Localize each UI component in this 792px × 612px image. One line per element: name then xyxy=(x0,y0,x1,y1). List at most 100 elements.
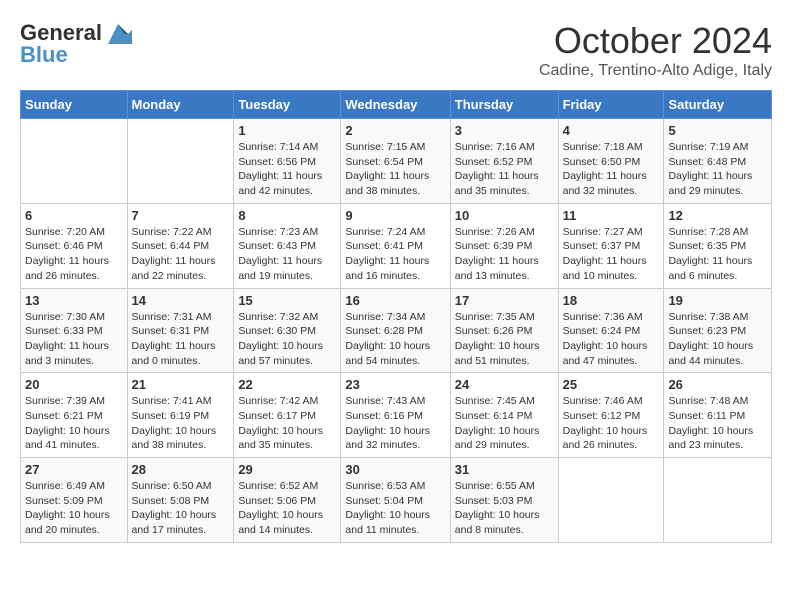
location-subtitle: Cadine, Trentino-Alto Adige, Italy xyxy=(539,62,772,80)
day-number: 9 xyxy=(345,208,445,223)
calendar-cell: 30 Sunrise: 6:53 AM Sunset: 5:04 PM Dayli… xyxy=(341,458,450,543)
calendar-cell: 24 Sunrise: 7:45 AM Sunset: 6:14 PM Dayli… xyxy=(450,373,558,458)
day-of-week-header: Tuesday xyxy=(234,91,341,119)
calendar-week-row: 1 Sunrise: 7:14 AM Sunset: 6:56 PM Daylig… xyxy=(21,119,772,204)
day-info: Sunrise: 6:52 AM Sunset: 5:06 PM Dayligh… xyxy=(238,479,336,538)
calendar-cell: 3 Sunrise: 7:16 AM Sunset: 6:52 PM Daylig… xyxy=(450,119,558,204)
calendar-cell: 4 Sunrise: 7:18 AM Sunset: 6:50 PM Daylig… xyxy=(558,119,664,204)
calendar-cell: 14 Sunrise: 7:31 AM Sunset: 6:31 PM Dayli… xyxy=(127,288,234,373)
day-number: 8 xyxy=(238,208,336,223)
day-info: Sunrise: 7:43 AM Sunset: 6:16 PM Dayligh… xyxy=(345,394,445,453)
day-number: 27 xyxy=(25,462,123,477)
day-number: 24 xyxy=(455,377,554,392)
day-of-week-header: Wednesday xyxy=(341,91,450,119)
day-info: Sunrise: 7:42 AM Sunset: 6:17 PM Dayligh… xyxy=(238,394,336,453)
calendar-cell: 22 Sunrise: 7:42 AM Sunset: 6:17 PM Dayli… xyxy=(234,373,341,458)
day-info: Sunrise: 7:36 AM Sunset: 6:24 PM Dayligh… xyxy=(563,310,660,369)
day-number: 21 xyxy=(132,377,230,392)
day-number: 18 xyxy=(563,293,660,308)
calendar-cell: 8Sunrise: 7:23 AM Sunset: 6:43 PM Daylig… xyxy=(234,203,341,288)
calendar-cell: 27 Sunrise: 6:49 AM Sunset: 5:09 PM Dayli… xyxy=(21,458,128,543)
day-info: Sunrise: 7:18 AM Sunset: 6:50 PM Dayligh… xyxy=(563,140,660,199)
day-info: Sunrise: 7:24 AM Sunset: 6:41 PM Dayligh… xyxy=(345,225,445,284)
day-number: 10 xyxy=(455,208,554,223)
day-info: Sunrise: 6:50 AM Sunset: 5:08 PM Dayligh… xyxy=(132,479,230,538)
calendar-cell: 1 Sunrise: 7:14 AM Sunset: 6:56 PM Daylig… xyxy=(234,119,341,204)
calendar-week-row: 20 Sunrise: 7:39 AM Sunset: 6:21 PM Dayli… xyxy=(21,373,772,458)
calendar-cell: 16 Sunrise: 7:34 AM Sunset: 6:28 PM Dayli… xyxy=(341,288,450,373)
day-info: Sunrise: 7:19 AM Sunset: 6:48 PM Dayligh… xyxy=(668,140,767,199)
day-number: 30 xyxy=(345,462,445,477)
calendar-week-row: 13Sunrise: 7:30 AM Sunset: 6:33 PM Dayli… xyxy=(21,288,772,373)
day-info: Sunrise: 7:48 AM Sunset: 6:11 PM Dayligh… xyxy=(668,394,767,453)
calendar-cell: 6Sunrise: 7:20 AM Sunset: 6:46 PM Daylig… xyxy=(21,203,128,288)
day-number: 2 xyxy=(345,123,445,138)
calendar-cell: 2 Sunrise: 7:15 AM Sunset: 6:54 PM Daylig… xyxy=(341,119,450,204)
calendar-cell: 13Sunrise: 7:30 AM Sunset: 6:33 PM Dayli… xyxy=(21,288,128,373)
day-info: Sunrise: 7:22 AM Sunset: 6:44 PM Dayligh… xyxy=(132,225,230,284)
calendar-cell: 11 Sunrise: 7:27 AM Sunset: 6:37 PM Dayli… xyxy=(558,203,664,288)
day-info: Sunrise: 6:55 AM Sunset: 5:03 PM Dayligh… xyxy=(455,479,554,538)
calendar-cell: 7 Sunrise: 7:22 AM Sunset: 6:44 PM Daylig… xyxy=(127,203,234,288)
calendar-cell: 21Sunrise: 7:41 AM Sunset: 6:19 PM Dayli… xyxy=(127,373,234,458)
day-info: Sunrise: 7:14 AM Sunset: 6:56 PM Dayligh… xyxy=(238,140,336,199)
day-number: 5 xyxy=(668,123,767,138)
logo: General Blue xyxy=(20,20,132,68)
calendar-cell: 19 Sunrise: 7:38 AM Sunset: 6:23 PM Dayli… xyxy=(664,288,772,373)
calendar-header-row: SundayMondayTuesdayWednesdayThursdayFrid… xyxy=(21,91,772,119)
calendar-cell: 17Sunrise: 7:35 AM Sunset: 6:26 PM Dayli… xyxy=(450,288,558,373)
day-number: 26 xyxy=(668,377,767,392)
day-info: Sunrise: 7:34 AM Sunset: 6:28 PM Dayligh… xyxy=(345,310,445,369)
day-of-week-header: Sunday xyxy=(21,91,128,119)
day-number: 17 xyxy=(455,293,554,308)
day-info: Sunrise: 7:30 AM Sunset: 6:33 PM Dayligh… xyxy=(25,310,123,369)
day-number: 25 xyxy=(563,377,660,392)
calendar-cell: 26 Sunrise: 7:48 AM Sunset: 6:11 PM Dayli… xyxy=(664,373,772,458)
logo-icon xyxy=(104,22,132,44)
calendar-week-row: 27 Sunrise: 6:49 AM Sunset: 5:09 PM Dayli… xyxy=(21,458,772,543)
day-info: Sunrise: 7:39 AM Sunset: 6:21 PM Dayligh… xyxy=(25,394,123,453)
day-info: Sunrise: 7:16 AM Sunset: 6:52 PM Dayligh… xyxy=(455,140,554,199)
day-of-week-header: Saturday xyxy=(664,91,772,119)
day-info: Sunrise: 6:49 AM Sunset: 5:09 PM Dayligh… xyxy=(25,479,123,538)
calendar-cell: 25 Sunrise: 7:46 AM Sunset: 6:12 PM Dayli… xyxy=(558,373,664,458)
day-info: Sunrise: 7:45 AM Sunset: 6:14 PM Dayligh… xyxy=(455,394,554,453)
day-number: 16 xyxy=(345,293,445,308)
day-info: Sunrise: 7:26 AM Sunset: 6:39 PM Dayligh… xyxy=(455,225,554,284)
calendar-cell: 29Sunrise: 6:52 AM Sunset: 5:06 PM Dayli… xyxy=(234,458,341,543)
day-info: Sunrise: 7:27 AM Sunset: 6:37 PM Dayligh… xyxy=(563,225,660,284)
calendar-cell: 28 Sunrise: 6:50 AM Sunset: 5:08 PM Dayli… xyxy=(127,458,234,543)
day-number: 3 xyxy=(455,123,554,138)
calendar-cell: 31 Sunrise: 6:55 AM Sunset: 5:03 PM Dayli… xyxy=(450,458,558,543)
day-number: 12 xyxy=(668,208,767,223)
day-number: 28 xyxy=(132,462,230,477)
page-header: General Blue October 2024 Cadine, Trenti… xyxy=(20,20,772,80)
calendar-cell xyxy=(558,458,664,543)
day-number: 4 xyxy=(563,123,660,138)
day-number: 1 xyxy=(238,123,336,138)
day-number: 14 xyxy=(132,293,230,308)
day-info: Sunrise: 7:15 AM Sunset: 6:54 PM Dayligh… xyxy=(345,140,445,199)
calendar-cell: 5 Sunrise: 7:19 AM Sunset: 6:48 PM Daylig… xyxy=(664,119,772,204)
calendar-cell xyxy=(21,119,128,204)
day-number: 11 xyxy=(563,208,660,223)
day-info: Sunrise: 6:53 AM Sunset: 5:04 PM Dayligh… xyxy=(345,479,445,538)
calendar-cell: 12Sunrise: 7:28 AM Sunset: 6:35 PM Dayli… xyxy=(664,203,772,288)
logo-blue: Blue xyxy=(20,42,68,68)
day-info: Sunrise: 7:46 AM Sunset: 6:12 PM Dayligh… xyxy=(563,394,660,453)
day-of-week-header: Thursday xyxy=(450,91,558,119)
calendar-cell: 9 Sunrise: 7:24 AM Sunset: 6:41 PM Daylig… xyxy=(341,203,450,288)
calendar-cell: 10 Sunrise: 7:26 AM Sunset: 6:39 PM Dayli… xyxy=(450,203,558,288)
day-number: 22 xyxy=(238,377,336,392)
calendar-cell: 18 Sunrise: 7:36 AM Sunset: 6:24 PM Dayli… xyxy=(558,288,664,373)
day-number: 20 xyxy=(25,377,123,392)
calendar-week-row: 6Sunrise: 7:20 AM Sunset: 6:46 PM Daylig… xyxy=(21,203,772,288)
day-number: 31 xyxy=(455,462,554,477)
title-section: October 2024 Cadine, Trentino-Alto Adige… xyxy=(539,20,772,80)
day-info: Sunrise: 7:38 AM Sunset: 6:23 PM Dayligh… xyxy=(668,310,767,369)
day-number: 7 xyxy=(132,208,230,223)
day-number: 19 xyxy=(668,293,767,308)
calendar-cell: 15Sunrise: 7:32 AM Sunset: 6:30 PM Dayli… xyxy=(234,288,341,373)
day-info: Sunrise: 7:31 AM Sunset: 6:31 PM Dayligh… xyxy=(132,310,230,369)
day-number: 6 xyxy=(25,208,123,223)
